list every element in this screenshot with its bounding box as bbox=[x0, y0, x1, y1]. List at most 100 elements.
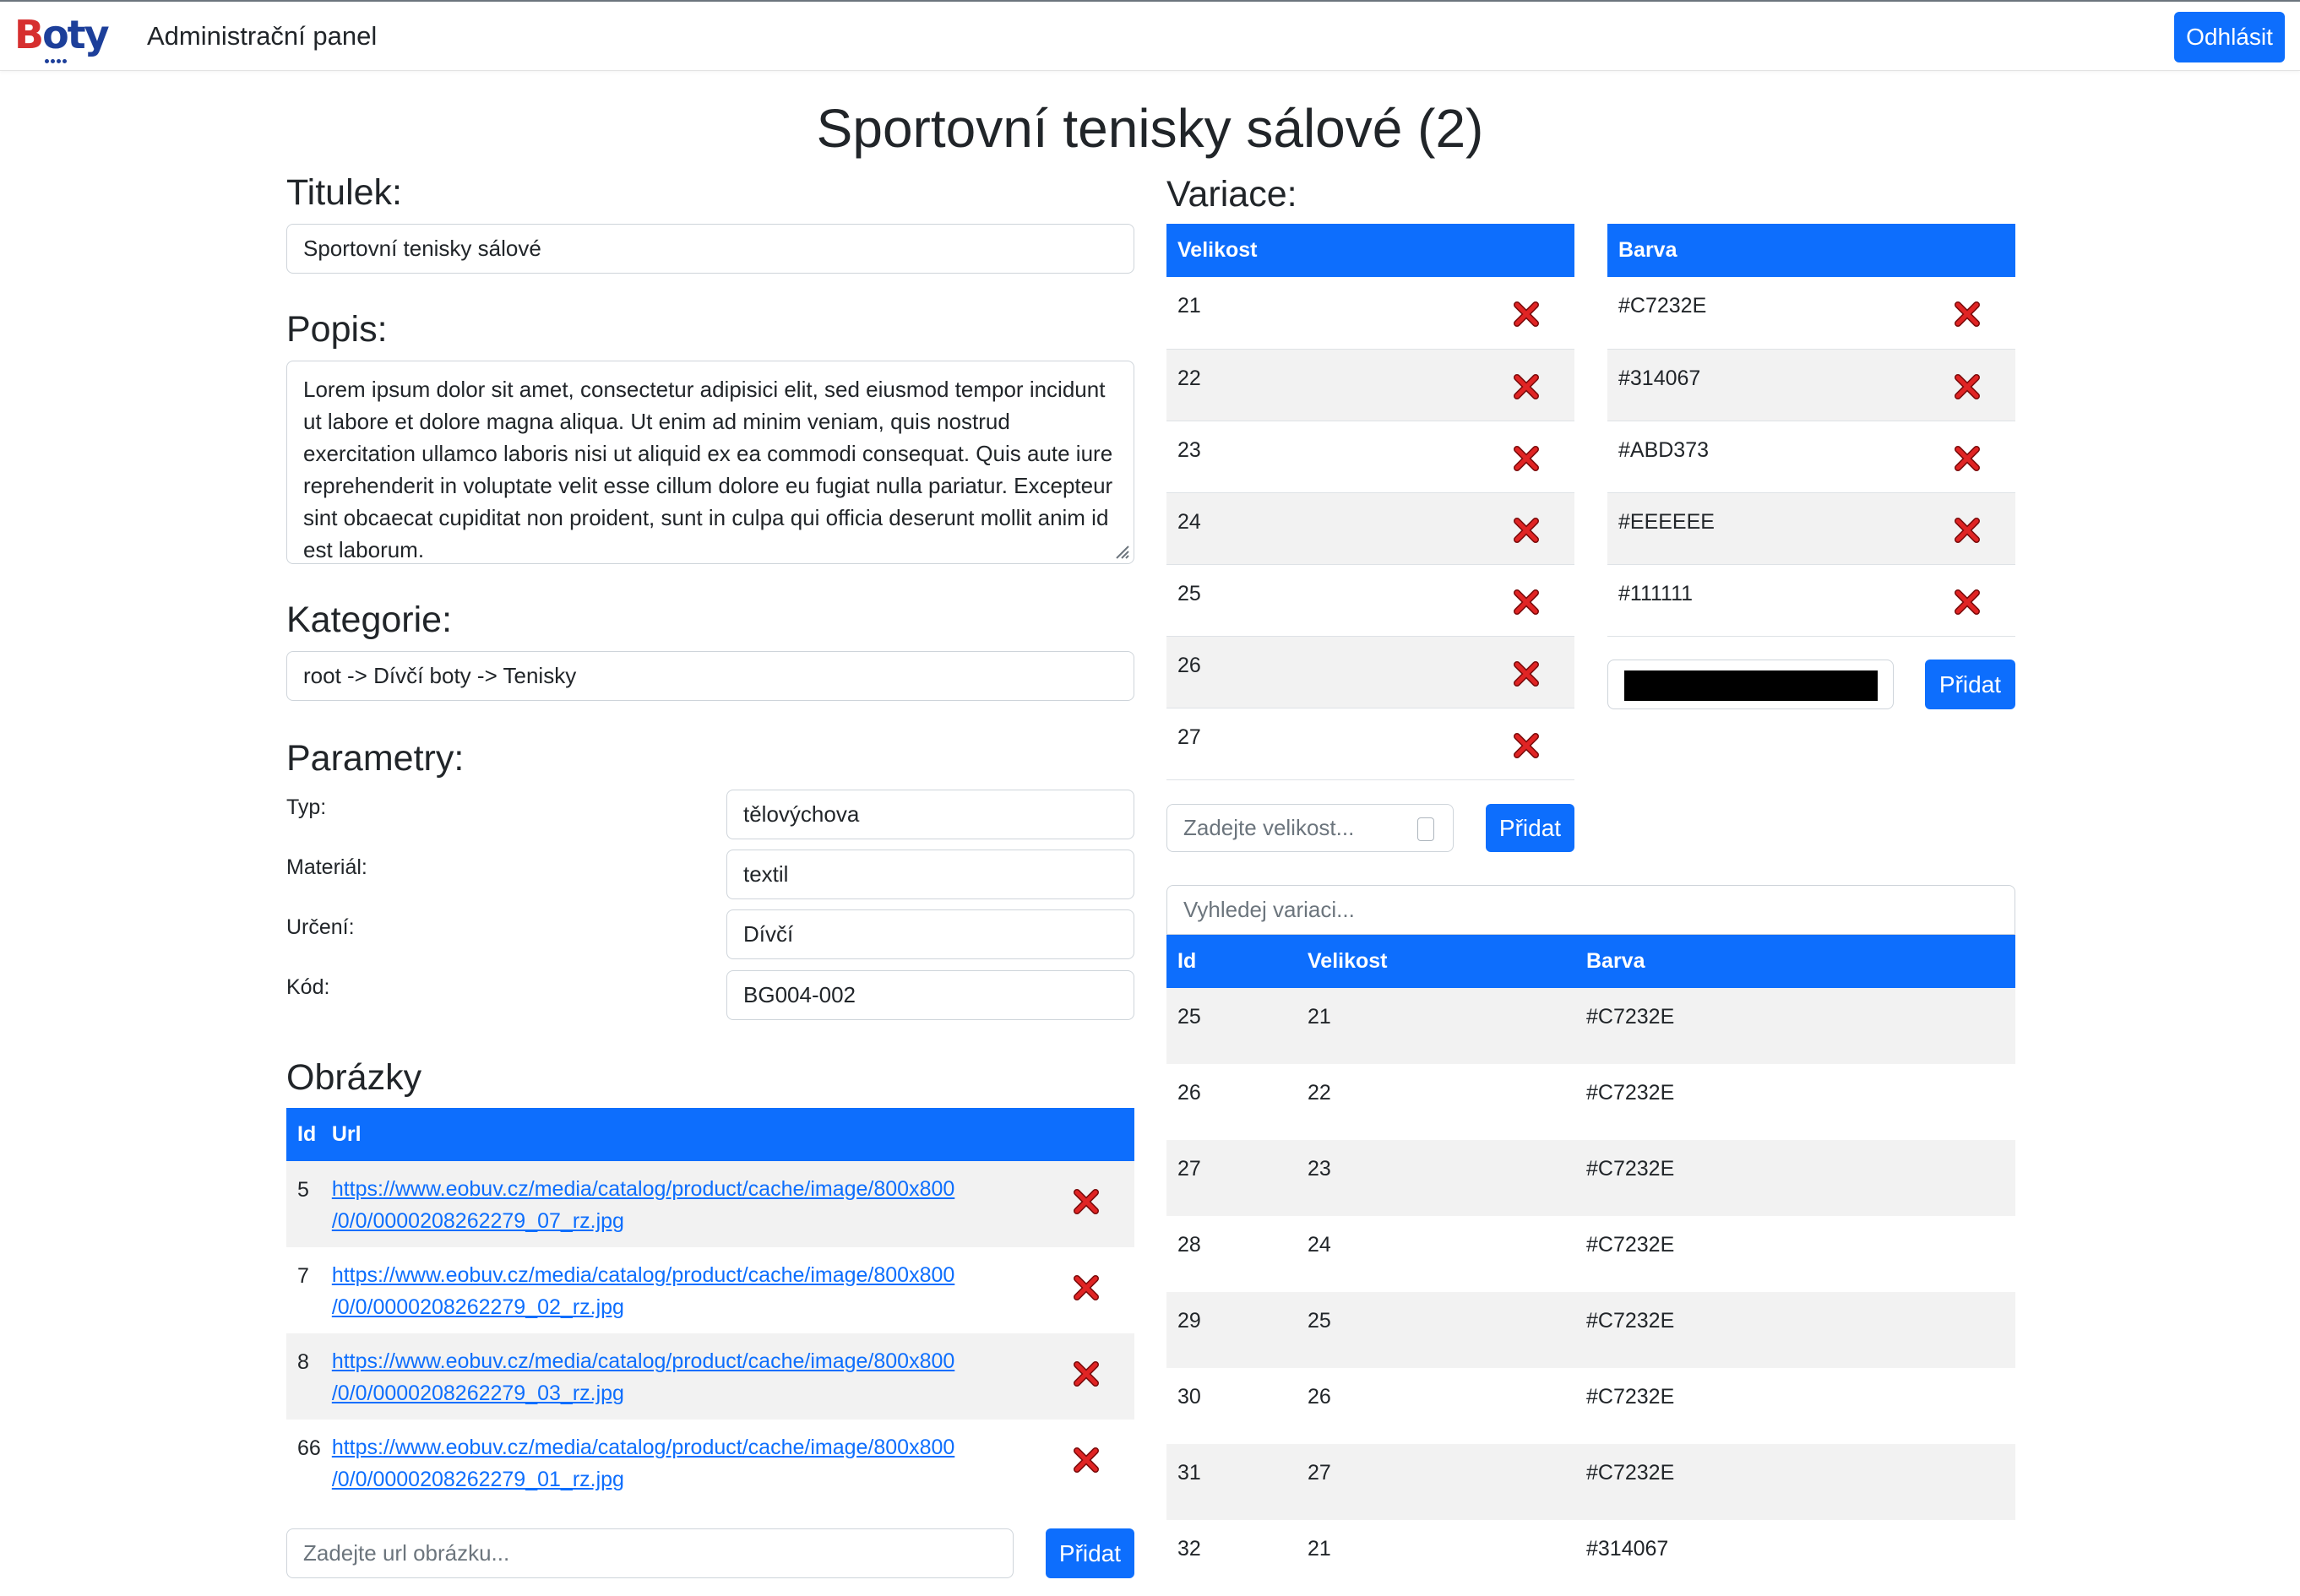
size-row: 27 bbox=[1166, 708, 1574, 780]
variation-color: #C7232E bbox=[1586, 1233, 1675, 1257]
variation-size: 23 bbox=[1297, 1140, 1575, 1216]
navbar-title: Administrační panel bbox=[147, 21, 378, 51]
image-url-input[interactable]: Zadejte url obrázku... bbox=[286, 1528, 1014, 1578]
variation-id: 32 bbox=[1177, 1537, 1201, 1561]
image-url-placeholder: Zadejte url obrázku... bbox=[303, 1540, 510, 1566]
variation-row[interactable]: 26 22 #C7232E bbox=[1166, 1064, 2015, 1140]
color-row: #C7232E bbox=[1607, 277, 2015, 350]
variation-color: #C7232E bbox=[1575, 988, 2015, 1064]
variation-id: 28 bbox=[1177, 1233, 1201, 1257]
delete-icon[interactable] bbox=[1513, 660, 1540, 687]
color-row: #ABD373 bbox=[1607, 421, 2015, 493]
delete-icon[interactable] bbox=[1073, 1447, 1100, 1474]
delete-icon[interactable] bbox=[1954, 445, 1981, 472]
delete-icon[interactable] bbox=[1954, 301, 1981, 328]
variation-row[interactable]: 25 21 #C7232E bbox=[1166, 988, 2015, 1064]
color-value: #ABD373 bbox=[1607, 421, 1943, 493]
title-input[interactable]: Sportovní tenisky sálové bbox=[286, 224, 1134, 274]
variation-search-input[interactable]: Vyhledej variaci... bbox=[1166, 885, 2015, 935]
image-id: 7 bbox=[297, 1264, 309, 1288]
variation-id: 30 bbox=[1177, 1385, 1201, 1409]
param-input-code[interactable]: BG004-002 bbox=[726, 970, 1134, 1020]
images-col-url: Url bbox=[331, 1108, 1062, 1161]
delete-icon[interactable] bbox=[1954, 589, 1981, 616]
variation-id: 29 bbox=[1166, 1292, 1297, 1368]
variations-col-size: Velikost bbox=[1297, 935, 1575, 988]
page-title: Sportovní tenisky sálové (2) bbox=[816, 98, 1484, 159]
add-size-button[interactable]: Přidat bbox=[1486, 804, 1574, 852]
delete-icon[interactable] bbox=[1513, 445, 1540, 472]
variation-row[interactable]: 27 23 #C7232E bbox=[1166, 1140, 2015, 1216]
size-input-placeholder: Zadejte velikost... bbox=[1183, 815, 1355, 840]
variation-size: 24 bbox=[1308, 1233, 1331, 1257]
size-value: 27 bbox=[1166, 708, 1502, 780]
image-url-link[interactable]: https://www.eobuv.cz/media/catalog/produ… bbox=[332, 1349, 954, 1405]
delete-icon[interactable] bbox=[1073, 1188, 1100, 1215]
delete-icon[interactable] bbox=[1954, 373, 1981, 400]
category-label: Kategorie: bbox=[286, 600, 453, 640]
delete-icon[interactable] bbox=[1513, 589, 1540, 616]
variation-size: 21 bbox=[1297, 988, 1575, 1064]
add-image-button[interactable]: Přidat bbox=[1046, 1528, 1134, 1578]
image-url-link[interactable]: https://www.eobuv.cz/media/catalog/produ… bbox=[332, 1436, 954, 1491]
variation-row[interactable]: 30 26 #C7232E bbox=[1166, 1368, 2015, 1444]
variation-row[interactable]: 31 27 #C7232E bbox=[1166, 1444, 2015, 1520]
delete-icon[interactable] bbox=[1073, 1360, 1100, 1387]
logo-letters: oty bbox=[42, 12, 110, 57]
variation-id: 25 bbox=[1166, 988, 1297, 1064]
param-label-code: Kód: bbox=[286, 975, 330, 999]
color-value: #EEEEEE bbox=[1607, 492, 1943, 565]
sizes-table: Velikost 21 22 23 24 25 26 27 bbox=[1166, 224, 1574, 780]
image-row: 66 https://www.eobuv.cz/media/catalog/pr… bbox=[286, 1420, 1134, 1506]
delete-icon[interactable] bbox=[1513, 301, 1540, 328]
param-input-material[interactable]: textil bbox=[726, 850, 1134, 899]
variations-table: Id Velikost Barva 25 21 #C7232E 26 22 #C… bbox=[1166, 935, 2015, 1596]
size-value: 22 bbox=[1166, 349, 1502, 421]
param-label-material: Materiál: bbox=[286, 855, 367, 879]
color-picker-input[interactable] bbox=[1607, 660, 1894, 709]
size-row: 26 bbox=[1166, 636, 1574, 708]
add-color-button[interactable]: Přidat bbox=[1925, 660, 2015, 709]
variation-row[interactable]: 29 25 #C7232E bbox=[1166, 1292, 2015, 1368]
images-table: Id Url 5 https://www.eobuv.cz/media/cata… bbox=[286, 1108, 1134, 1506]
params-label: Parametry: bbox=[286, 738, 465, 779]
title-label: Titulek: bbox=[286, 172, 402, 213]
resize-grip-icon[interactable] bbox=[1112, 541, 1130, 560]
image-url-link[interactable]: https://www.eobuv.cz/media/catalog/produ… bbox=[332, 1263, 954, 1319]
variations-heading: Variace: bbox=[1166, 174, 1297, 214]
variation-size: 22 bbox=[1308, 1081, 1331, 1105]
variation-color: #C7232E bbox=[1575, 1444, 2015, 1520]
boty-logo[interactable]: Boty bbox=[14, 12, 116, 63]
size-value: 25 bbox=[1166, 564, 1502, 637]
description-textarea[interactable]: Lorem ipsum dolor sit amet, consectetur … bbox=[286, 361, 1134, 564]
variation-search-placeholder: Vyhledej variaci... bbox=[1183, 897, 1355, 922]
size-value: 24 bbox=[1166, 492, 1502, 565]
param-input-purpose[interactable]: Dívčí bbox=[726, 909, 1134, 959]
image-id: 8 bbox=[286, 1333, 332, 1420]
variation-color: #C7232E bbox=[1575, 1292, 2015, 1368]
delete-icon[interactable] bbox=[1513, 373, 1540, 400]
param-input-type[interactable]: tělovýchova bbox=[726, 790, 1134, 839]
delete-icon[interactable] bbox=[1513, 732, 1540, 759]
image-row: 8 https://www.eobuv.cz/media/catalog/pro… bbox=[286, 1333, 1134, 1420]
images-col-id: Id bbox=[286, 1108, 332, 1161]
image-row: 5 https://www.eobuv.cz/media/catalog/pro… bbox=[286, 1161, 1134, 1247]
variation-color: #C7232E bbox=[1575, 1140, 2015, 1216]
variations-col-id: Id bbox=[1166, 935, 1297, 988]
image-url-link[interactable]: https://www.eobuv.cz/media/catalog/produ… bbox=[332, 1177, 954, 1233]
delete-icon[interactable] bbox=[1073, 1274, 1100, 1301]
logout-button[interactable]: Odhlásit bbox=[2174, 12, 2285, 62]
size-number-input[interactable]: Zadejte velikost... bbox=[1166, 804, 1454, 852]
variation-size: 27 bbox=[1297, 1444, 1575, 1520]
logo-letter-b: B bbox=[14, 12, 44, 57]
variation-row[interactable]: 32 21 #314067 bbox=[1166, 1520, 2015, 1596]
colors-col-color: Barva bbox=[1607, 224, 1943, 277]
category-input[interactable]: root -> Dívčí boty -> Tenisky bbox=[286, 651, 1134, 701]
number-spinner-icon[interactable] bbox=[1417, 817, 1434, 841]
delete-icon[interactable] bbox=[1513, 517, 1540, 544]
color-row: #EEEEEE bbox=[1607, 492, 2015, 565]
images-heading: Obrázky bbox=[286, 1057, 422, 1098]
variation-size: 26 bbox=[1308, 1385, 1331, 1409]
delete-icon[interactable] bbox=[1954, 517, 1981, 544]
variation-row[interactable]: 28 24 #C7232E bbox=[1166, 1216, 2015, 1292]
